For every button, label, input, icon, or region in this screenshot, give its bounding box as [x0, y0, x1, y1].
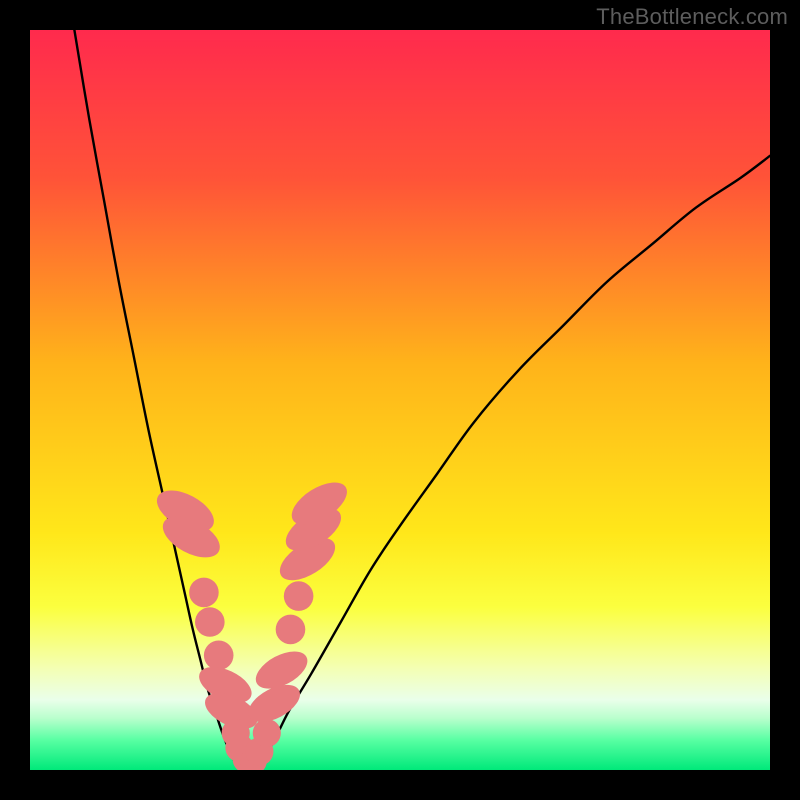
marker-dot — [195, 607, 225, 637]
plot-area — [30, 30, 770, 770]
marker-dot — [276, 615, 306, 645]
chart-frame: TheBottleneck.com — [0, 0, 800, 800]
marker-dot — [189, 578, 219, 608]
marker-dot — [284, 581, 314, 611]
watermark-text: TheBottleneck.com — [596, 4, 788, 30]
marker-layer — [30, 30, 770, 770]
marker-dot — [204, 641, 234, 671]
marker-dot — [253, 719, 281, 747]
